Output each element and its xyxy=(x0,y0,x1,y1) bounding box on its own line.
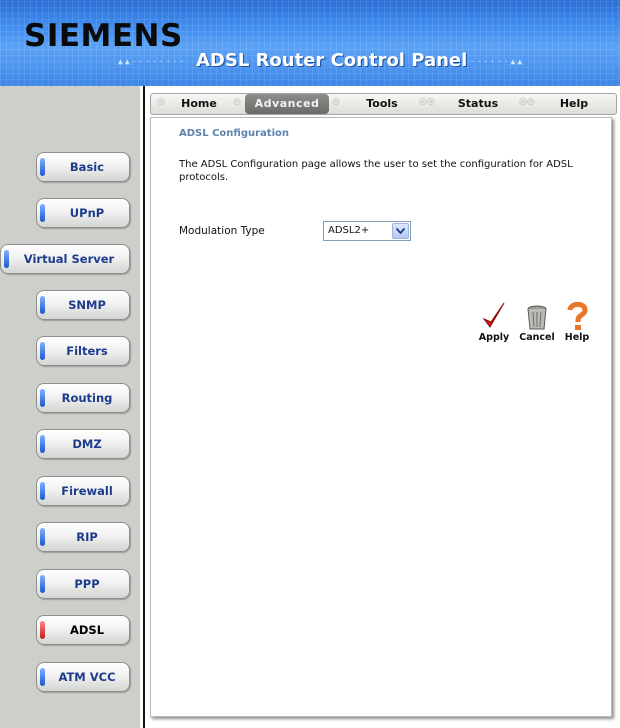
header-banner: SIEMENS ▲▲········ ADSL Router Control P… xyxy=(0,0,620,86)
trash-can-icon xyxy=(517,301,557,331)
siemens-logo: SIEMENS xyxy=(24,18,183,54)
question-mark-icon xyxy=(557,301,597,331)
tab-separator-icon: ◎ xyxy=(332,97,340,107)
sidebar-item-label: Firewall xyxy=(61,484,113,498)
sidebar-item-snmp[interactable]: SNMP xyxy=(36,290,130,320)
tab-separator-icon: ◎ xyxy=(157,97,165,107)
sidebar-item-label: ADSL xyxy=(69,623,105,637)
chevron-down-icon[interactable] xyxy=(392,223,409,239)
tab-separator-icon: ◎ xyxy=(233,97,241,107)
checkmark-icon xyxy=(474,301,514,331)
sidebar-item-upnp[interactable]: UPnP xyxy=(36,198,130,228)
apply-button[interactable]: Apply xyxy=(474,301,514,343)
main-panel: ADSL Configuration The ADSL Configuratio… xyxy=(150,117,612,717)
cancel-label: Cancel xyxy=(519,332,555,343)
sidebar-item-label: SNMP xyxy=(68,298,106,312)
modulation-type-select[interactable]: ADSL2+ xyxy=(323,221,411,241)
sidebar-item-label: PPP xyxy=(74,577,100,591)
tab-separator-icon: ◎◎ xyxy=(519,97,535,107)
sidebar-item-label: Virtual Server xyxy=(23,252,115,266)
apply-label: Apply xyxy=(478,332,510,343)
tab-home[interactable]: Home xyxy=(167,94,231,114)
sidebar-item-label: Basic xyxy=(69,160,105,174)
sidebar-item-label: Filters xyxy=(66,344,108,358)
sidebar-divider xyxy=(143,86,145,728)
sidebar-item-label: Routing xyxy=(61,391,113,405)
tab-tools[interactable]: Tools xyxy=(347,94,417,114)
tab-separator-icon: ◎◎ xyxy=(419,97,435,107)
sidebar-item-dmz[interactable]: DMZ xyxy=(36,429,130,459)
modulation-type-value: ADSL2+ xyxy=(328,225,370,236)
sidebar-item-label: DMZ xyxy=(72,437,102,451)
sidebar: Basic UPnP Virtual Server SNMP Filters R… xyxy=(0,86,140,728)
banner-dots-left: ▲▲········ xyxy=(118,57,187,66)
tab-advanced[interactable]: Advanced xyxy=(245,94,329,114)
sidebar-item-label: UPnP xyxy=(69,206,105,220)
sidebar-item-atm-vcc[interactable]: ATM VCC xyxy=(36,662,130,692)
sidebar-item-label: RIP xyxy=(76,530,98,544)
page-title: ADSL Configuration xyxy=(179,128,289,139)
panel-title: ADSL Router Control Panel xyxy=(196,50,468,71)
tab-help[interactable]: Help xyxy=(539,94,609,114)
sidebar-item-label: ATM VCC xyxy=(58,670,116,684)
help-button[interactable]: Help xyxy=(557,301,597,343)
sidebar-item-routing[interactable]: Routing xyxy=(36,383,130,413)
sidebar-item-firewall[interactable]: Firewall xyxy=(36,476,130,506)
sidebar-item-rip[interactable]: RIP xyxy=(36,522,130,552)
page-description: The ADSL Configuration page allows the u… xyxy=(179,159,573,183)
sidebar-item-virtual-server[interactable]: Virtual Server xyxy=(0,244,130,274)
sidebar-item-adsl[interactable]: ADSL xyxy=(36,615,130,645)
top-tab-bar: ◎ Home ◎ Advanced ◎ Tools ◎◎ Status ◎◎ H… xyxy=(150,93,617,115)
tab-status[interactable]: Status xyxy=(441,94,515,114)
cancel-button[interactable]: Cancel xyxy=(517,301,557,343)
help-label: Help xyxy=(564,332,590,343)
sidebar-item-basic[interactable]: Basic xyxy=(36,152,130,182)
sidebar-item-filters[interactable]: Filters xyxy=(36,336,130,366)
modulation-type-label: Modulation Type xyxy=(179,225,265,237)
banner-dots-right: ········▲▲ xyxy=(456,57,525,66)
sidebar-item-ppp[interactable]: PPP xyxy=(36,569,130,599)
